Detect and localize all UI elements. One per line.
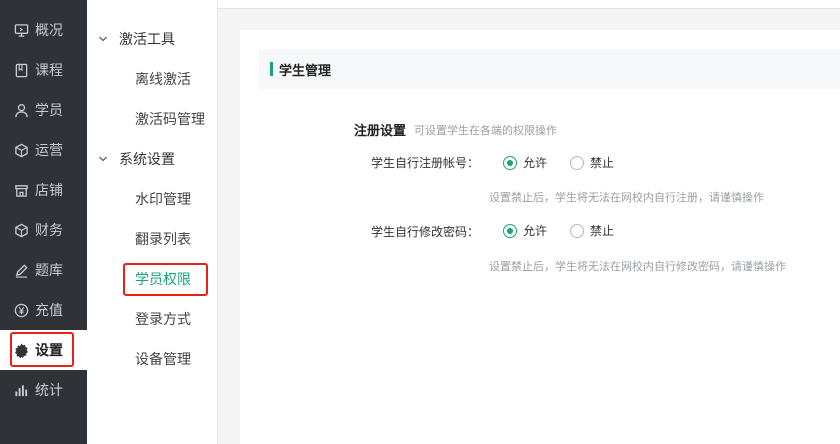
subnav-group-label: 激活工具: [119, 32, 175, 48]
section-header: 学生管理: [259, 49, 840, 89]
settings-card: 学生管理 注册设置 可设置学生在各端的权限操作 学生自行注册帐号： 允许 禁止 …: [240, 30, 840, 444]
self-register-hint: 设置禁止后，学生将无法在网校内自行注册，请谨慎操作: [489, 191, 764, 204]
bar-chart-icon: [13, 382, 29, 398]
self-change-password-allow-radio[interactable]: 允许: [503, 222, 547, 239]
subnav-item-offline-activation[interactable]: 离线激活: [135, 59, 191, 99]
subnav-item-watermark[interactable]: 水印管理: [135, 179, 191, 219]
radio-label: 禁止: [590, 224, 615, 238]
self-register-label: 学生自行注册帐号：: [371, 156, 480, 170]
subnav-item-student-permissions[interactable]: 学员权限: [135, 259, 191, 299]
nav-label: 统计: [35, 383, 63, 399]
nav-label: 概况: [35, 23, 63, 39]
radio-dot: [503, 223, 517, 238]
cube-icon: [13, 142, 29, 158]
register-settings-subtitle: 可设置学生在各端的权限操作: [414, 124, 557, 137]
main-nav: 概况 课程 学员 运营 店铺 财务 题库 充值 设置 统计: [0, 0, 87, 444]
nav-item-students[interactable]: 学员: [0, 90, 87, 130]
nav-label: 店铺: [35, 183, 63, 199]
store-icon: [13, 182, 29, 198]
self-register-allow-radio[interactable]: 允许: [503, 154, 547, 171]
nav-label: 题库: [35, 263, 63, 279]
nav-item-settings[interactable]: 设置: [0, 330, 87, 370]
cube-icon: [13, 222, 29, 238]
top-bar: [218, 0, 840, 9]
gear-icon: [13, 342, 29, 358]
subnav-group-label: 系统设置: [119, 152, 175, 168]
monitor-icon: [13, 22, 29, 38]
nav-item-overview[interactable]: 概况: [0, 10, 87, 50]
subnav-item-login-methods[interactable]: 登录方式: [135, 299, 191, 339]
nav-label: 财务: [35, 223, 63, 239]
nav-item-question-bank[interactable]: 题库: [0, 250, 87, 290]
radio-label: 允许: [523, 224, 548, 238]
radio-dot: [503, 155, 517, 170]
radio-label: 允许: [523, 156, 548, 170]
radio-dot: [570, 223, 584, 238]
self-change-password-hint: 设置禁止后，学生将无法在网校内自行修改密码，请谨慎操作: [489, 260, 786, 273]
nav-label: 充值: [35, 303, 63, 319]
self-register-deny-radio[interactable]: 禁止: [570, 154, 614, 171]
nav-item-courses[interactable]: 课程: [0, 50, 87, 90]
register-settings-title: 注册设置: [354, 124, 407, 139]
subnav-item-recording-list[interactable]: 翻录列表: [135, 219, 191, 259]
subnav-item-device-management[interactable]: 设备管理: [135, 339, 191, 379]
subnav-item-activation-codes[interactable]: 激活码管理: [135, 99, 205, 139]
nav-label: 运营: [35, 143, 63, 159]
self-change-password-label: 学生自行修改密码：: [371, 225, 480, 239]
pen-icon: [13, 262, 29, 278]
nav-item-operations[interactable]: 运营: [0, 130, 87, 170]
user-icon: [13, 102, 29, 118]
nav-item-statistics[interactable]: 统计: [0, 370, 87, 410]
chevron-down-icon: [98, 34, 108, 44]
chevron-down-icon: [98, 154, 108, 164]
radio-dot: [570, 155, 584, 170]
nav-label: 设置: [35, 343, 63, 359]
nav-item-finance[interactable]: 财务: [0, 210, 87, 250]
section-title: 学生管理: [279, 63, 332, 79]
yen-icon: [13, 302, 29, 318]
nav-item-recharge[interactable]: 充值: [0, 290, 87, 330]
nav-label: 课程: [35, 63, 63, 79]
subnav-group-system-settings[interactable]: 系统设置: [87, 139, 175, 179]
book-icon: [13, 62, 29, 78]
sub-nav: 激活工具 离线激活 激活码管理 系统设置 水印管理 翻录列表 学员权限 登录方式…: [87, 0, 218, 444]
self-change-password-deny-radio[interactable]: 禁止: [570, 222, 614, 239]
nav-item-store[interactable]: 店铺: [0, 170, 87, 210]
radio-label: 禁止: [590, 156, 615, 170]
subnav-group-activation[interactable]: 激活工具: [87, 19, 175, 59]
nav-label: 学员: [35, 103, 63, 119]
section-accent-bar: [270, 62, 273, 76]
